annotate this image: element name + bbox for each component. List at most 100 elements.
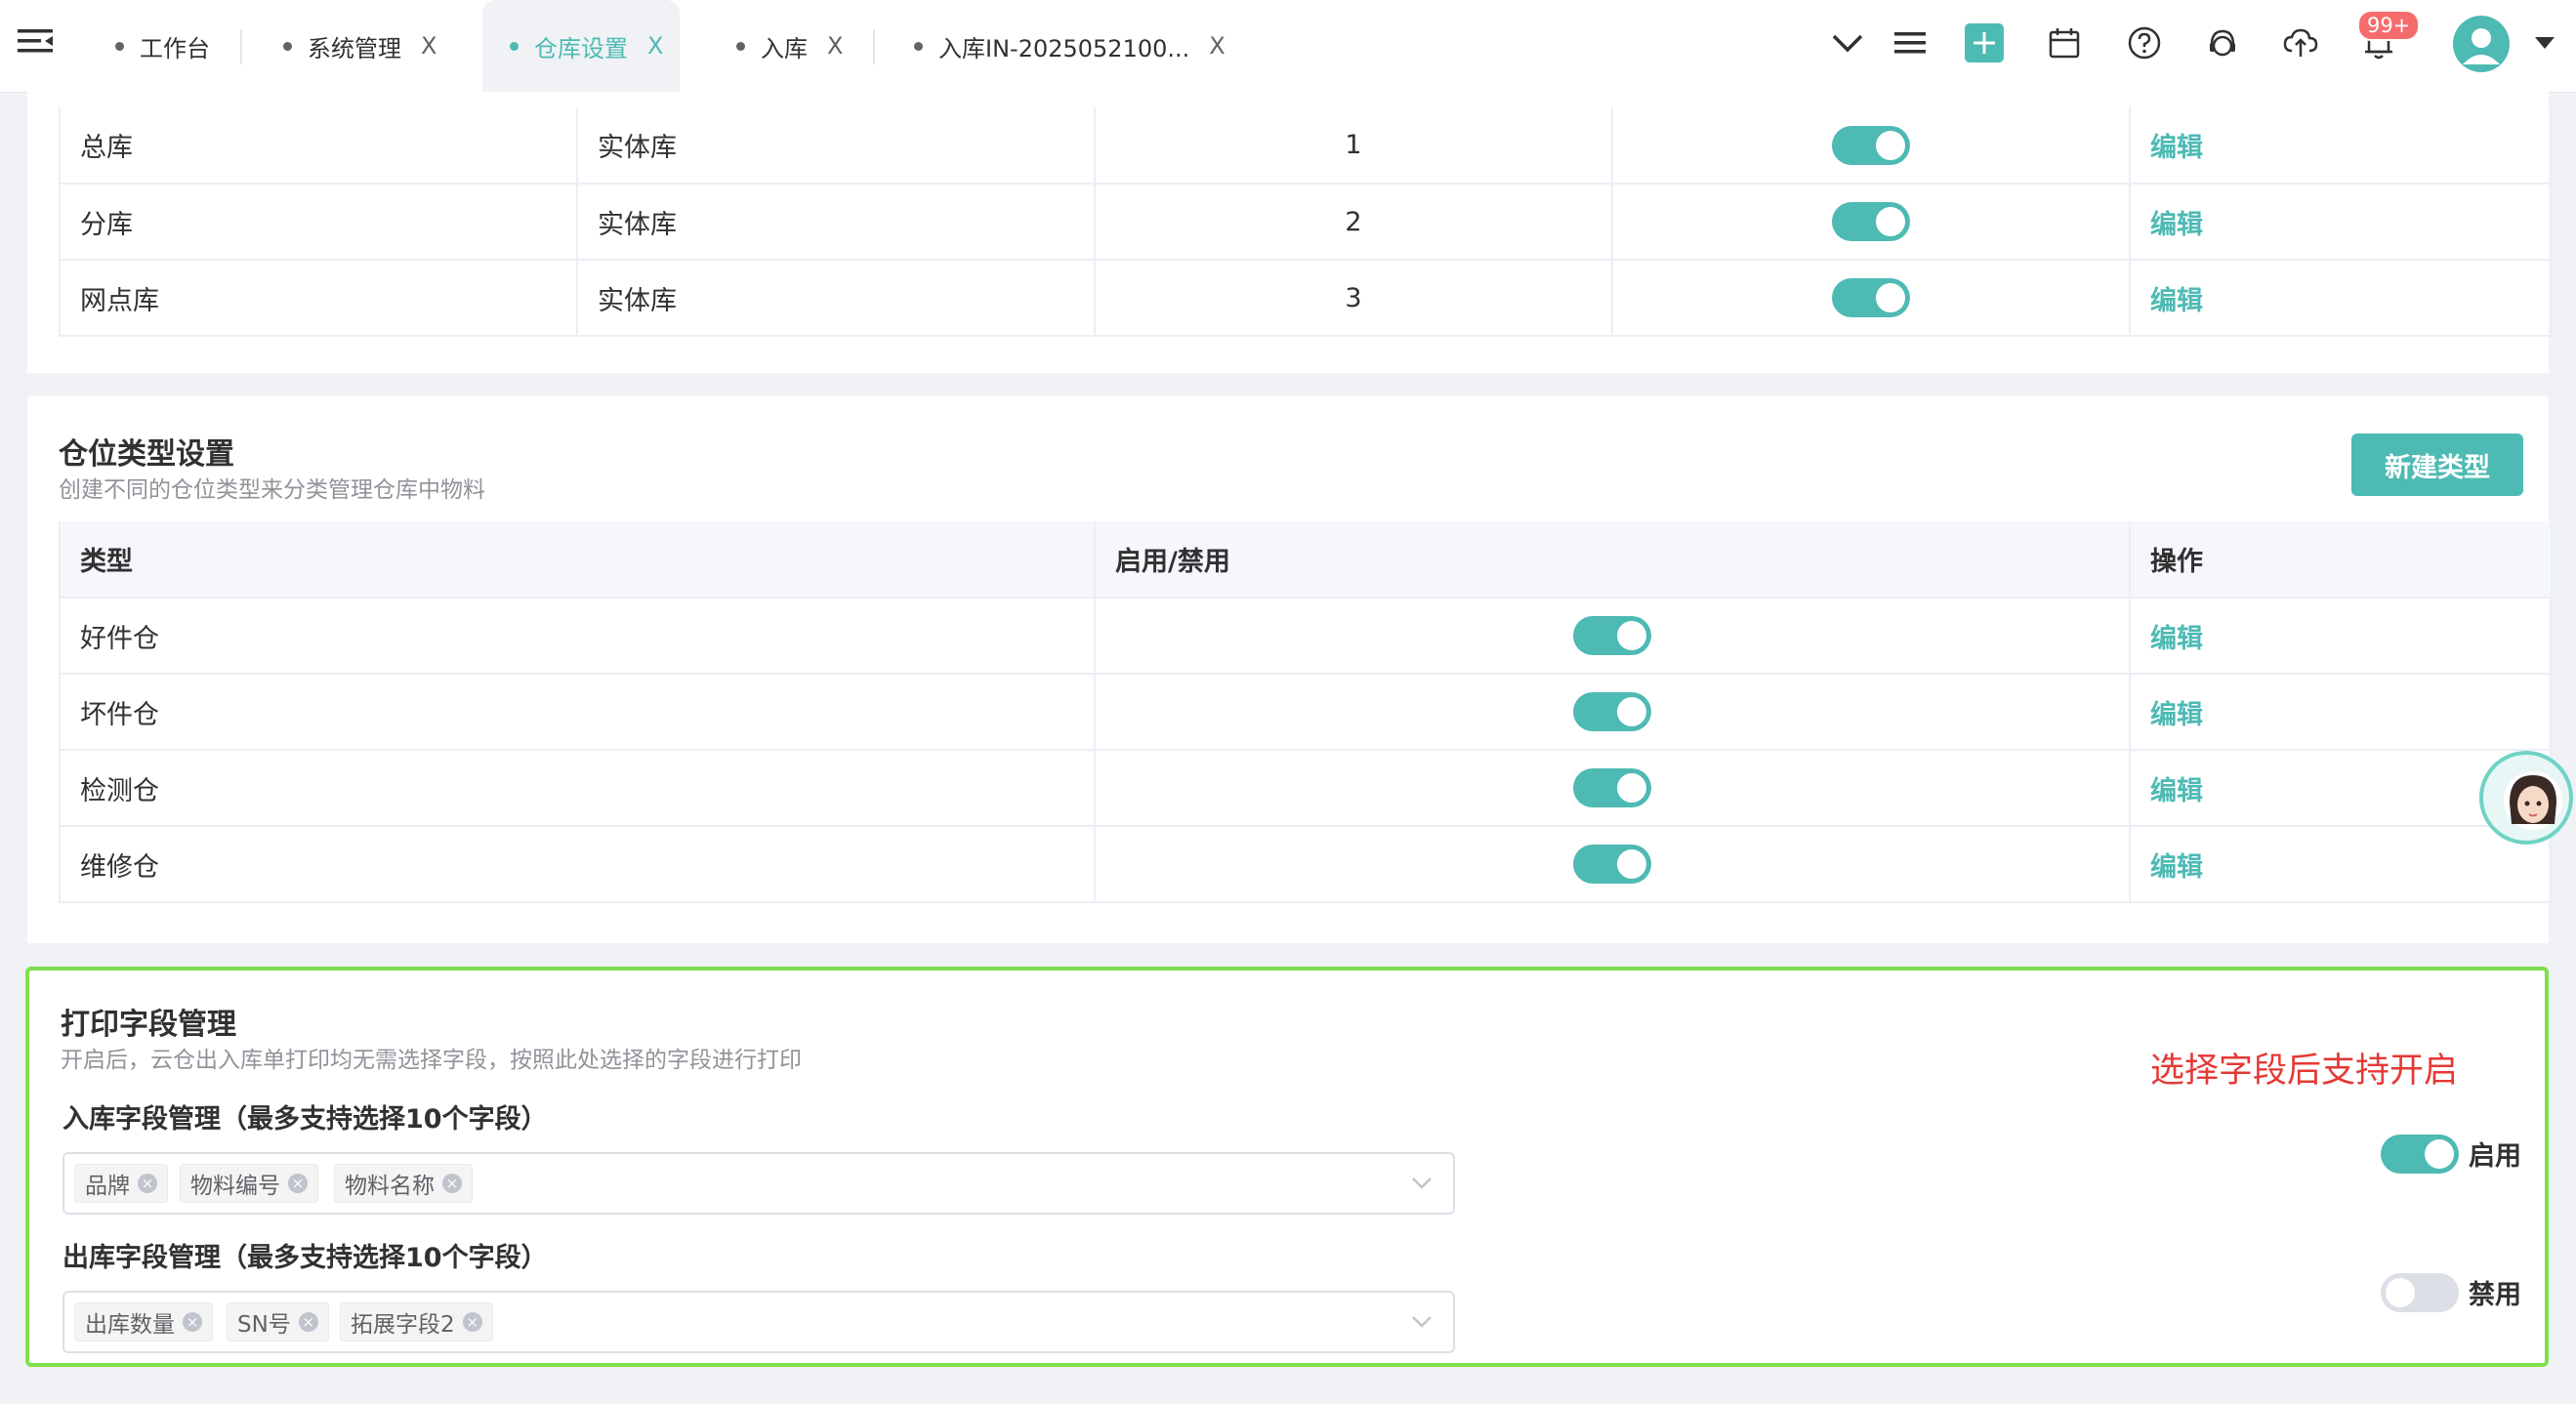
warehouse-order: 2: [1095, 184, 1613, 261]
avatar[interactable]: [2453, 16, 2510, 72]
table-row: 坏件仓 编辑: [59, 674, 2553, 751]
enable-toggle[interactable]: [1832, 278, 1910, 317]
tag-remove-icon[interactable]: ×: [288, 1174, 308, 1193]
column-header-action: 操作: [2130, 521, 2553, 599]
list-menu-icon[interactable]: [1890, 23, 1930, 62]
support-icon[interactable]: [2203, 23, 2242, 62]
field-tag: 出库数量 ×: [74, 1302, 213, 1342]
warehouse-order: 3: [1095, 260, 1613, 337]
edit-link[interactable]: 编辑: [2150, 624, 2203, 654]
new-type-button[interactable]: 新建类型: [2351, 434, 2523, 496]
outbound-field-select[interactable]: 出库数量 × SN号 × 拓展字段2 ×: [62, 1291, 1455, 1353]
tab-separator: [873, 29, 875, 64]
field-tag: SN号 ×: [227, 1302, 329, 1342]
edit-link[interactable]: 编辑: [2150, 852, 2203, 883]
toggle-cell: [1095, 598, 2131, 675]
tab-label: 工作台: [140, 34, 210, 62]
location-type-table: 类型 启用/禁用 操作 好件仓 编辑 坏件仓 编辑 检测仓 编辑 维修仓 编辑: [59, 521, 2553, 903]
warehouse-list-card: 总库 实体库 1 编辑 分库 实体库 2 编辑 网点库 实体库 3 编辑: [27, 92, 2553, 373]
enable-toggle[interactable]: [1573, 768, 1651, 807]
section-description: 创建不同的仓位类型来分类管理仓库中物料: [59, 477, 485, 503]
enable-toggle[interactable]: [1573, 692, 1651, 731]
location-type-card: 仓位类型设置 创建不同的仓位类型来分类管理仓库中物料 类型 启用/禁用 操作 好…: [27, 396, 2553, 943]
tab-label: 仓库设置: [534, 34, 628, 62]
tag-remove-icon[interactable]: ×: [183, 1312, 202, 1332]
tab-close-icon[interactable]: X: [647, 32, 663, 60]
cloud-upload-icon[interactable]: [2281, 23, 2320, 62]
toggle-cell: [1612, 184, 2131, 261]
location-type-name: 检测仓: [59, 750, 1096, 827]
field-tag-label: SN号: [237, 1312, 291, 1338]
section-description: 开启后，云仓出入库单打印均无需选择字段，按照此处选择的字段进行打印: [61, 1048, 802, 1073]
enable-toggle[interactable]: [1832, 125, 1910, 165]
enable-hint-note: 选择字段后支持开启: [2150, 1052, 2459, 1091]
warehouse-order: 1: [1095, 107, 1613, 185]
menu-toggle-icon[interactable]: [18, 27, 55, 59]
field-tag: 品牌 ×: [74, 1164, 168, 1203]
section-title: 仓位类型设置: [59, 437, 234, 472]
tab-separator: [240, 29, 242, 64]
outbound-field-label: 出库字段管理（最多支持选择10个字段）: [62, 1243, 548, 1273]
outbound-toggle-status: 禁用: [2469, 1280, 2521, 1310]
tab-inbound[interactable]: 入库 X: [736, 0, 843, 92]
chevron-down-icon[interactable]: [1828, 23, 1867, 62]
tab-label: 系统管理: [308, 34, 401, 62]
field-tag-label: 品牌: [85, 1174, 130, 1199]
outbound-print-toggle[interactable]: [2381, 1273, 2459, 1312]
calendar-icon[interactable]: [2045, 23, 2084, 62]
toggle-cell: [1612, 260, 2131, 337]
print-field-card: 打印字段管理 开启后，云仓出入库单打印均无需选择字段，按照此处选择的字段进行打印…: [25, 967, 2549, 1367]
chevron-down-icon: [1412, 1316, 1432, 1328]
edit-link[interactable]: 编辑: [2150, 286, 2203, 316]
tab-close-icon[interactable]: X: [421, 32, 436, 60]
tab-inbound-order[interactable]: 入库IN-2025052100... X: [914, 0, 1226, 92]
field-tag: 物料编号 ×: [180, 1164, 318, 1203]
inbound-field-select[interactable]: 品牌 × 物料编号 × 物料名称 ×: [62, 1152, 1455, 1215]
tag-remove-icon[interactable]: ×: [442, 1174, 462, 1193]
chevron-down-icon: [1412, 1177, 1432, 1189]
field-tag: 物料名称 ×: [334, 1164, 473, 1203]
tab-close-icon[interactable]: X: [827, 32, 843, 60]
tab-workbench[interactable]: 工作台: [115, 0, 210, 92]
table-row: 分库 实体库 2 编辑: [59, 184, 2553, 261]
tab-system-management[interactable]: 系统管理 X: [283, 0, 436, 92]
table-header-row: 类型 启用/禁用 操作: [59, 521, 2553, 599]
location-type-name: 好件仓: [59, 598, 1096, 675]
toggle-cell: [1095, 674, 2131, 751]
tag-remove-icon[interactable]: ×: [298, 1312, 318, 1332]
table-row: 检测仓 编辑: [59, 750, 2553, 827]
edit-link[interactable]: 编辑: [2150, 210, 2203, 240]
table-row: 好件仓 编辑: [59, 598, 2553, 675]
field-tag-label: 物料名称: [345, 1174, 435, 1199]
warehouse-type: 实体库: [577, 260, 1096, 337]
location-type-name: 维修仓: [59, 826, 1096, 903]
tab-label: 入库IN-2025052100...: [938, 34, 1190, 62]
warehouse-name: 总库: [59, 107, 578, 185]
edit-link[interactable]: 编辑: [2150, 776, 2203, 806]
enable-toggle[interactable]: [1573, 616, 1651, 655]
tab-dot: [510, 41, 519, 51]
assistant-avatar-icon[interactable]: [2478, 750, 2574, 846]
tag-remove-icon[interactable]: ×: [462, 1312, 482, 1332]
enable-toggle[interactable]: [1832, 202, 1910, 241]
tab-label: 入库: [761, 34, 808, 62]
warehouse-name: 网点库: [59, 260, 578, 337]
field-tag-label: 出库数量: [85, 1312, 175, 1338]
help-icon[interactable]: [2125, 23, 2164, 62]
tag-remove-icon[interactable]: ×: [138, 1174, 157, 1193]
tab-warehouse-settings[interactable]: 仓库设置 X: [482, 0, 680, 92]
column-header-toggle: 启用/禁用: [1095, 521, 2131, 599]
inbound-print-toggle[interactable]: [2381, 1135, 2459, 1174]
enable-toggle[interactable]: [1573, 845, 1651, 884]
tab-close-icon[interactable]: X: [1209, 32, 1225, 60]
tab-dot: [914, 41, 923, 51]
tab-dot: [736, 41, 745, 51]
field-tag-label: 物料编号: [190, 1174, 280, 1199]
toggle-cell: [1095, 750, 2131, 827]
add-icon[interactable]: [1965, 23, 2004, 62]
edit-link[interactable]: 编辑: [2150, 700, 2203, 730]
field-tag-label: 拓展字段2: [351, 1312, 455, 1338]
dropdown-caret-icon[interactable]: [2533, 33, 2556, 53]
warehouse-name: 分库: [59, 184, 578, 261]
edit-link[interactable]: 编辑: [2150, 133, 2203, 163]
